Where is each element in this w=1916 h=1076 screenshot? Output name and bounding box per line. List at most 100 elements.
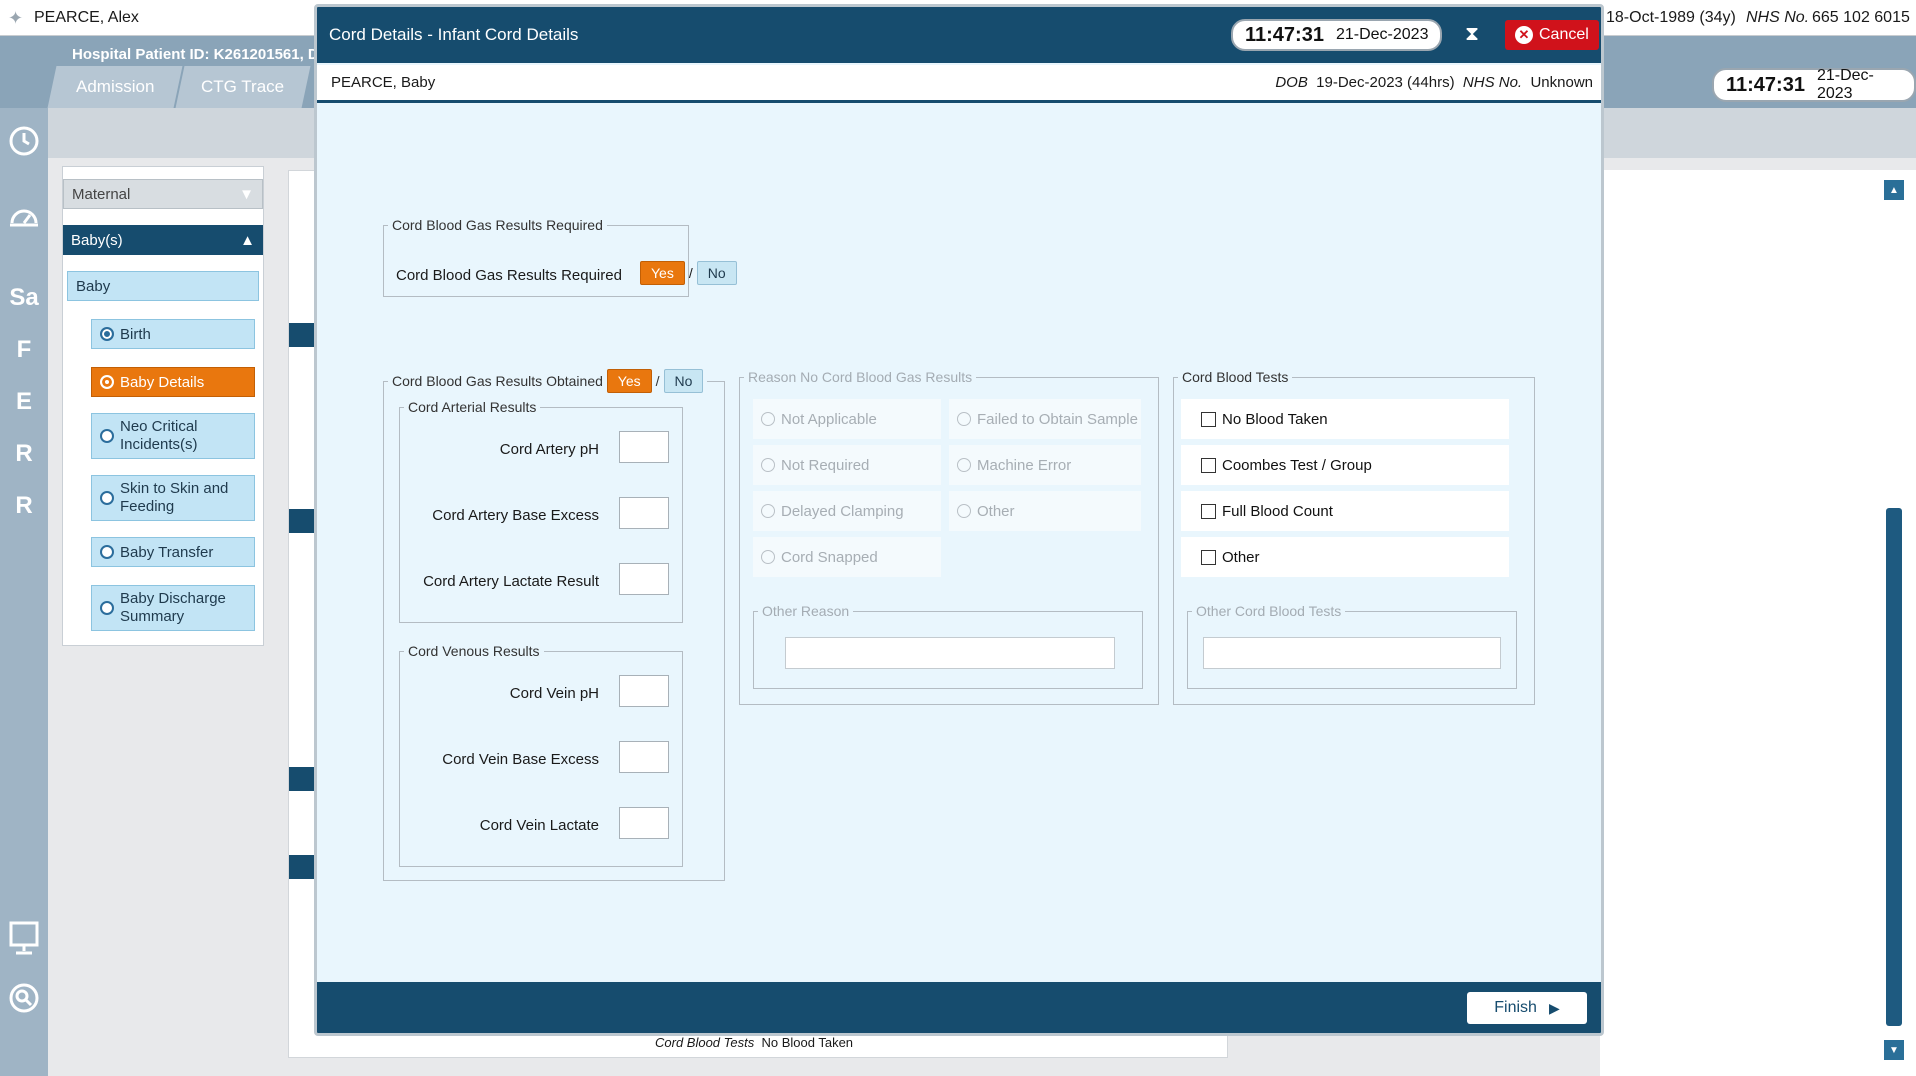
- gauge-icon[interactable]: [4, 196, 44, 236]
- required-legend: Cord Blood Gas Results Required: [392, 217, 603, 233]
- other-reason-input[interactable]: [785, 637, 1115, 669]
- radio-icon: [761, 550, 775, 564]
- option-label: No Blood Taken: [1222, 410, 1328, 428]
- scroll-thumb[interactable]: [1886, 508, 1902, 1026]
- vein-ph-label: Cord Vein pH: [509, 685, 599, 702]
- sidebar-item-label: Baby Discharge Summary: [120, 590, 226, 625]
- other-reason-legend: Other Reason: [762, 603, 850, 619]
- nav-letter-r2[interactable]: R: [4, 486, 44, 526]
- nav-letter-sa[interactable]: Sa: [4, 278, 44, 318]
- option-label: Full Blood Count: [1222, 502, 1333, 520]
- sidebar-item-neo-critical[interactable]: Neo Critical Incidents(s): [91, 413, 255, 459]
- test-no-blood-taken[interactable]: No Blood Taken: [1181, 399, 1509, 439]
- option-label: Machine Error: [977, 456, 1072, 474]
- baby-info: DOB 19-Dec-2023 (44hrs) NHS No. Unknown: [1275, 74, 1593, 91]
- radio-icon: [100, 545, 114, 559]
- option-label: Not Required: [781, 456, 870, 474]
- vein-lactate-input[interactable]: [619, 807, 669, 839]
- artery-base-excess-input[interactable]: [619, 497, 669, 529]
- reason-other[interactable]: Other: [949, 491, 1141, 531]
- sidebar-maternal-label: Maternal: [72, 185, 131, 203]
- hospital-id: Hospital Patient ID: K261201561, De: [72, 46, 328, 63]
- modal-header: Cord Details - Infant Cord Details 11:47…: [317, 7, 1601, 63]
- artery-ph-input[interactable]: [619, 431, 669, 463]
- scrollbar[interactable]: ▲ ▼: [1884, 172, 1904, 1062]
- modal-footer: Finish ▶: [317, 982, 1601, 1033]
- artery-ph-label: Cord Artery pH: [499, 441, 599, 458]
- sidebar-item-label: Skin to Skin and Feeding: [120, 480, 229, 515]
- modal-clock-time: 11:47:31: [1245, 23, 1324, 46]
- nav-letter-e[interactable]: E: [4, 382, 44, 422]
- artery-lactate-input[interactable]: [619, 563, 669, 595]
- sidebar-item-skin-to-skin[interactable]: Skin to Skin and Feeding: [91, 475, 255, 521]
- main-clock-date: 21-Dec-2023: [1816, 67, 1874, 102]
- sidebar-item-baby-transfer[interactable]: Baby Transfer: [91, 537, 255, 567]
- nav-letter-r1[interactable]: R: [4, 434, 44, 474]
- reason-not-applicable[interactable]: Not Applicable: [753, 399, 941, 439]
- reason-failed-sample[interactable]: Failed to Obtain Sample: [949, 399, 1141, 439]
- test-full-blood-count[interactable]: Full Blood Count: [1181, 491, 1509, 531]
- obtained-toggle: Yes / No: [606, 369, 704, 393]
- toggle-separator: /: [655, 373, 660, 389]
- obtained-yes-button[interactable]: Yes: [606, 369, 652, 393]
- required-yes-button[interactable]: Yes: [640, 261, 685, 285]
- reason-delayed-clamping[interactable]: Delayed Clamping: [753, 491, 941, 531]
- cancel-label: Cancel: [1539, 26, 1589, 43]
- modal-clock: 11:47:31 21-Dec-2023: [1231, 19, 1443, 51]
- nhs-label: NHS No.: [1746, 9, 1810, 26]
- artery-lactate-label: Cord Artery Lactate Result: [423, 573, 599, 590]
- clock-icon[interactable]: [4, 120, 44, 160]
- sidebar-item-label: Baby Details: [120, 373, 205, 391]
- baby-nhs-label: NHS No.: [1462, 74, 1523, 91]
- reason-cord-snapped[interactable]: Cord Snapped: [753, 537, 941, 577]
- sidebar-maternal[interactable]: Maternal ▼: [63, 179, 263, 209]
- reason-not-required[interactable]: Not Required: [753, 445, 941, 485]
- option-label: Other: [1222, 548, 1260, 566]
- tab-ctg-trace[interactable]: CTG Trace: [175, 66, 311, 108]
- scroll-up-button[interactable]: ▲: [1884, 180, 1904, 200]
- sidebar-item-discharge[interactable]: Baby Discharge Summary: [91, 585, 255, 631]
- test-other[interactable]: Other: [1181, 537, 1509, 577]
- test-coombes[interactable]: Coombes Test / Group: [1181, 445, 1509, 485]
- other-tests-input[interactable]: [1203, 637, 1501, 669]
- sidebar-item-birth[interactable]: Birth: [91, 319, 255, 349]
- chevron-up-icon: ▲: [240, 231, 255, 249]
- summary-value: No Blood Taken: [761, 1035, 854, 1050]
- sidebar-item-baby-details[interactable]: Baby Details: [91, 367, 255, 397]
- scroll-down-button[interactable]: ▼: [1884, 1040, 1904, 1060]
- close-icon: ✕: [1515, 26, 1533, 44]
- radio-icon: [100, 375, 114, 389]
- sidebar-item-baby[interactable]: Baby: [67, 271, 259, 301]
- option-label: Not Applicable: [781, 410, 877, 428]
- obtained-no-button[interactable]: No: [663, 369, 704, 393]
- required-no-button[interactable]: No: [696, 261, 737, 285]
- nav-letter-f[interactable]: F: [4, 330, 44, 370]
- baby-name: PEARCE, Baby: [331, 74, 436, 91]
- filter-icon[interactable]: ⧗: [1465, 23, 1479, 46]
- checkbox-icon: [1201, 549, 1216, 565]
- nhs-number: 665 102 6015: [1812, 9, 1910, 26]
- sidebar-item-baby-label: Baby: [76, 277, 111, 295]
- finish-button[interactable]: Finish ▶: [1467, 992, 1587, 1024]
- required-toggle: Yes / No: [640, 261, 737, 285]
- finish-label: Finish: [1494, 999, 1537, 1016]
- vein-base-excess-input[interactable]: [619, 741, 669, 773]
- vein-ph-input[interactable]: [619, 675, 669, 707]
- sidebar-panel: Maternal ▼ Baby(s) ▲ Baby Birth Baby Det…: [62, 166, 264, 646]
- required-label: Cord Blood Gas Results Required: [396, 267, 622, 284]
- monitor-icon[interactable]: [4, 918, 44, 958]
- tests-legend: Cord Blood Tests: [1182, 369, 1289, 385]
- left-nav: Sa F E R R: [0, 108, 48, 1076]
- patient-dob: 18-Oct-1989 (34y): [1606, 9, 1736, 26]
- tab-admission[interactable]: Admission: [47, 66, 183, 108]
- option-label: Delayed Clamping: [781, 502, 904, 520]
- patient-name: PEARCE, Alex: [34, 9, 139, 26]
- option-label: Cord Snapped: [781, 548, 878, 566]
- cancel-button[interactable]: ✕ Cancel: [1505, 20, 1599, 50]
- reason-machine-error[interactable]: Machine Error: [949, 445, 1141, 485]
- vein-base-excess-label: Cord Vein Base Excess: [442, 751, 599, 768]
- search-icon[interactable]: [4, 978, 44, 1018]
- sidebar-babies[interactable]: Baby(s) ▲: [63, 225, 263, 255]
- venous-legend: Cord Venous Results: [408, 643, 540, 659]
- baby-nhs: Unknown: [1530, 74, 1593, 91]
